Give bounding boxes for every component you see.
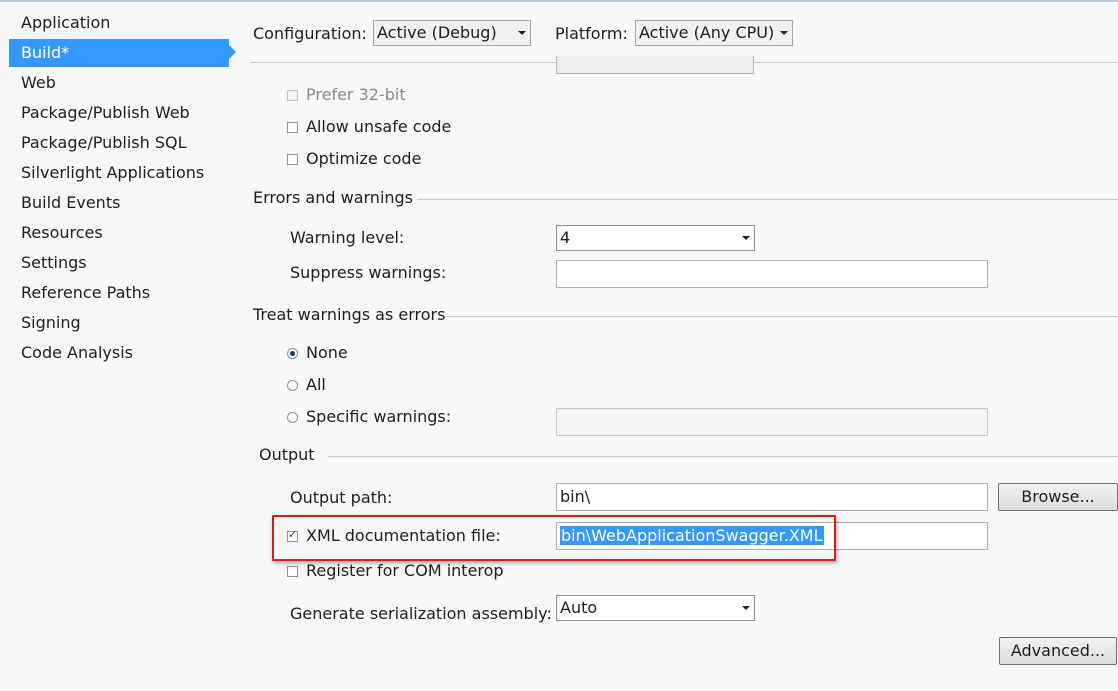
- sidebar-item-settings[interactable]: Settings: [9, 249, 229, 277]
- platform-label: Platform:: [555, 24, 628, 43]
- platform-dropdown[interactable]: Active (Any CPU): [635, 20, 793, 46]
- configuration-dropdown[interactable]: Active (Debug): [373, 20, 531, 46]
- xml-documentation-value: bin\WebApplicationSwagger.XML: [560, 526, 824, 545]
- xml-documentation-label: XML documentation file:: [306, 526, 501, 545]
- warning-level-dropdown[interactable]: 4: [556, 225, 755, 251]
- sidebar-item-signing[interactable]: Signing: [9, 309, 229, 337]
- sidebar-item-package-publish-web[interactable]: Package/Publish Web: [9, 99, 229, 127]
- sidebar-item-web[interactable]: Web: [9, 69, 229, 97]
- treat-warnings-section-title: Treat warnings as errors: [253, 305, 446, 324]
- section-divider: [447, 316, 1118, 317]
- serialization-dropdown[interactable]: Auto: [556, 595, 755, 621]
- sidebar-item-reference-paths[interactable]: Reference Paths: [9, 279, 229, 307]
- all-radio-label: All: [306, 375, 326, 394]
- optimize-code-checkbox[interactable]: [287, 154, 298, 165]
- sidebar-nav: Application Build* Web Package/Publish W…: [0, 2, 238, 691]
- platform-value: Active (Any CPU): [639, 23, 775, 42]
- prefer-32bit-label: Prefer 32-bit: [306, 85, 406, 104]
- active-item-pointer: [229, 45, 236, 59]
- xml-documentation-input[interactable]: bin\WebApplicationSwagger.XML: [556, 522, 988, 550]
- browse-button[interactable]: Browse...: [998, 483, 1118, 511]
- section-divider: [417, 199, 1118, 200]
- chevron-down-icon: [742, 606, 750, 610]
- output-path-input[interactable]: bin\: [556, 483, 988, 511]
- configuration-value: Active (Debug): [377, 23, 497, 42]
- errors-section-title: Errors and warnings: [253, 188, 414, 207]
- register-com-label: Register for COM interop: [306, 561, 504, 580]
- specific-warnings-input[interactable]: [556, 408, 988, 436]
- chevron-down-icon: [742, 236, 750, 240]
- warning-level-value: 4: [560, 228, 571, 247]
- sidebar-item-application[interactable]: Application: [9, 9, 229, 37]
- configuration-label: Configuration:: [253, 24, 367, 43]
- clipped-dropdown: [556, 56, 754, 74]
- none-radio-label: None: [306, 343, 348, 362]
- advanced-button[interactable]: Advanced...: [999, 637, 1117, 665]
- specific-warnings-radio[interactable]: [287, 412, 298, 423]
- suppress-warnings-label: Suppress warnings:: [290, 263, 447, 282]
- register-com-checkbox[interactable]: [287, 566, 298, 577]
- chevron-down-icon: [780, 31, 788, 35]
- sidebar-item-resources[interactable]: Resources: [9, 219, 229, 247]
- warning-level-label: Warning level:: [290, 228, 405, 247]
- sidebar-item-build-events[interactable]: Build Events: [9, 189, 229, 217]
- xml-documentation-checkbox[interactable]: [287, 528, 298, 542]
- chevron-down-icon: [518, 31, 526, 35]
- allow-unsafe-checkbox[interactable]: [287, 122, 298, 133]
- sidebar-item-build[interactable]: Build*: [9, 39, 229, 67]
- suppress-warnings-input[interactable]: [556, 260, 988, 288]
- none-radio[interactable]: [287, 348, 298, 359]
- prefer-32bit-checkbox[interactable]: [287, 90, 298, 101]
- sidebar-item-code-analysis[interactable]: Code Analysis: [9, 339, 229, 367]
- output-path-label: Output path:: [290, 488, 393, 507]
- sidebar-item-package-publish-sql[interactable]: Package/Publish SQL: [9, 129, 229, 157]
- optimize-code-label: Optimize code: [306, 149, 422, 168]
- output-section-title: Output: [259, 445, 315, 464]
- sidebar-item-silverlight-applications[interactable]: Silverlight Applications: [9, 159, 229, 187]
- allow-unsafe-label: Allow unsafe code: [306, 117, 452, 136]
- clipped-text-fragment: [370, 56, 392, 66]
- serialization-value: Auto: [560, 598, 598, 617]
- section-divider: [328, 456, 1118, 457]
- all-radio[interactable]: [287, 380, 298, 391]
- specific-warnings-label: Specific warnings:: [306, 407, 452, 426]
- serialization-label: Generate serialization assembly:: [290, 604, 552, 623]
